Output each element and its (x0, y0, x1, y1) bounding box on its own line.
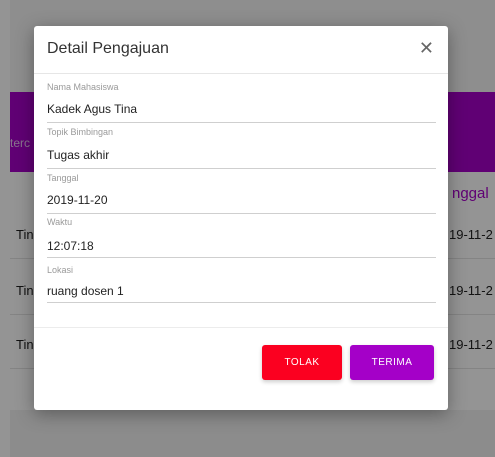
reject-button[interactable]: TOLAK (262, 345, 342, 380)
field-label: Tanggal (47, 173, 79, 183)
field-value: ruang dosen 1 (47, 284, 124, 298)
field-waktu: Waktu 12:07:18 (47, 217, 436, 258)
field-value: 2019-11-20 (47, 193, 108, 207)
field-label: Topik Bimbingan (47, 127, 114, 137)
field-label: Waktu (47, 217, 73, 227)
field-tanggal: Tanggal 2019-11-20 (47, 173, 436, 214)
close-icon[interactable]: ✕ (419, 39, 434, 57)
modal-footer-divider (34, 327, 448, 328)
field-nama-mahasiswa: Nama Mahasiswa Kadek Agus Tina (47, 82, 436, 123)
field-topik-bimbingan: Topik Bimbingan Tugas akhir (47, 127, 436, 169)
field-value: Tugas akhir (47, 148, 110, 162)
field-lokasi: Lokasi ruang dosen 1 (47, 265, 436, 303)
field-label: Nama Mahasiswa (47, 82, 119, 92)
field-label: Lokasi (47, 265, 74, 275)
accept-button[interactable]: TERIMA (350, 345, 434, 380)
field-value: 12:07:18 (47, 239, 94, 253)
detail-pengajuan-modal: Detail Pengajuan ✕ Nama Mahasiswa Kadek … (34, 26, 448, 410)
field-value: Kadek Agus Tina (47, 102, 138, 116)
modal-title: Detail Pengajuan (47, 40, 169, 57)
modal-header: Detail Pengajuan ✕ (34, 26, 448, 74)
